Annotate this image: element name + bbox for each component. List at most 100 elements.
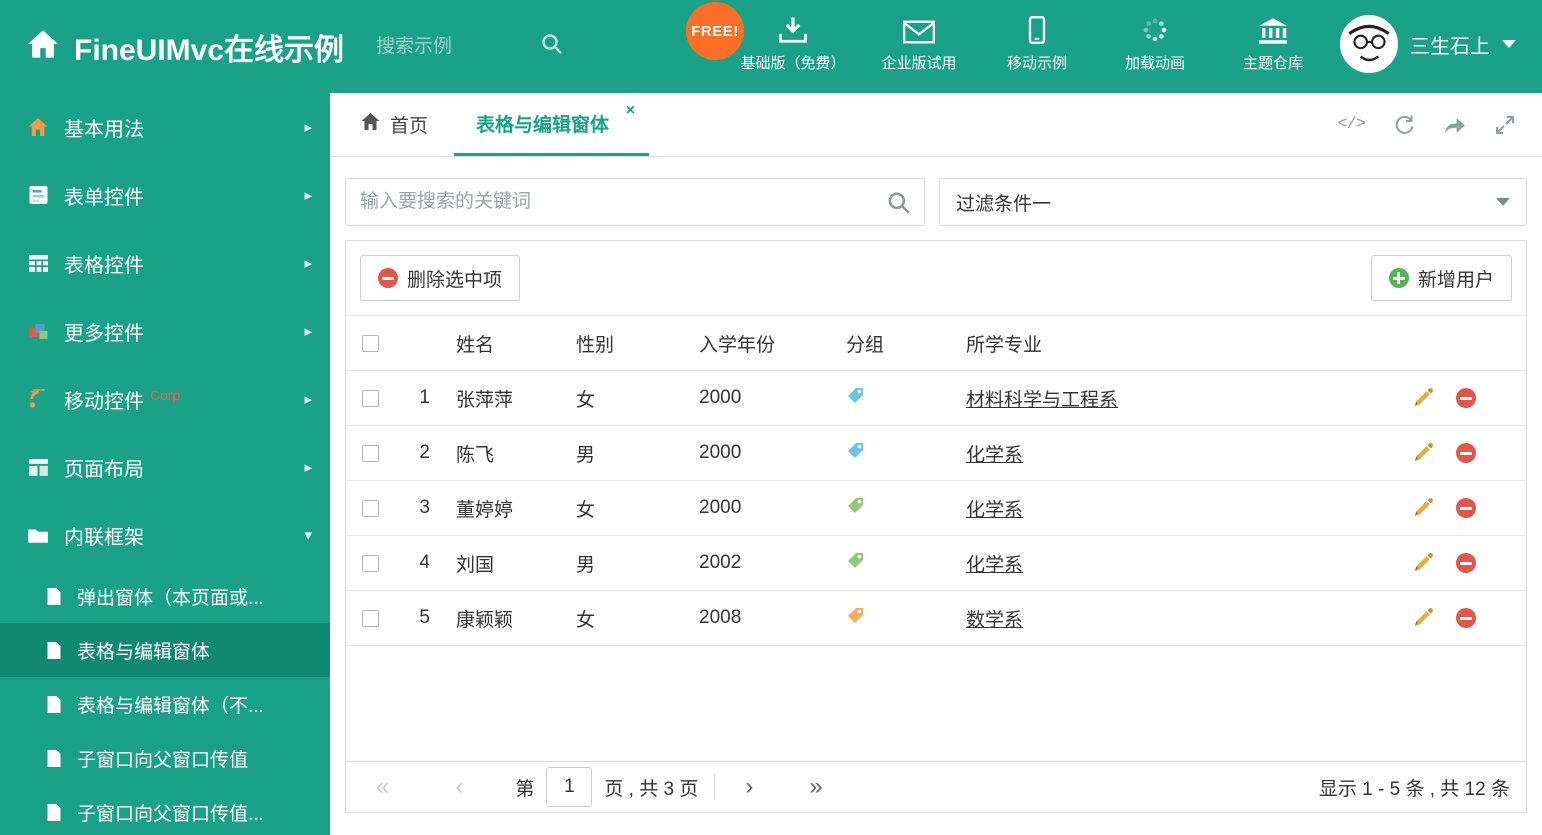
home-icon — [360, 112, 381, 137]
user-menu[interactable]: 三生石上 — [1340, 15, 1516, 73]
nav-item-basic-free[interactable]: 基础版（免费） — [726, 12, 860, 73]
sidebar-subitem-label: 弹出窗体（本页面或... — [77, 587, 264, 609]
file-icon — [46, 695, 64, 714]
row-checkbox[interactable] — [361, 554, 379, 572]
sidebar-subitem-child-to-parent[interactable]: 子窗口向父窗口传值 — [0, 731, 330, 785]
row-checkbox[interactable] — [361, 444, 379, 462]
delete-icon[interactable] — [1456, 443, 1476, 463]
column-header-gender[interactable]: 性别 — [558, 330, 681, 357]
sidebar-item-iframe[interactable]: 内联框架 ▾ — [0, 501, 330, 569]
cell-year: 2008 — [699, 607, 742, 628]
sidebar-subitem-grid-edit-window[interactable]: 表格与编辑窗体 — [0, 623, 330, 677]
close-icon[interactable]: × — [626, 103, 635, 119]
column-header-major[interactable]: 所学专业 — [948, 330, 1406, 357]
prev-page-button[interactable]: ‹ — [455, 773, 463, 801]
tag-icon — [846, 496, 865, 521]
row-checkbox[interactable] — [361, 389, 379, 407]
edit-icon[interactable] — [1412, 442, 1434, 464]
chevron-right-icon: ▸ — [304, 459, 312, 476]
app-title: FineUIMvc在线示例 — [74, 33, 345, 67]
sidebar-subitem-grid-edit-window-2[interactable]: 表格与编辑窗体（不... — [0, 677, 330, 731]
bank-icon — [1258, 12, 1288, 44]
mobile-icon — [1028, 12, 1046, 44]
sidebar-subitem-popup-window[interactable]: 弹出窗体（本页面或... — [0, 569, 330, 623]
cell-gender: 女 — [576, 609, 596, 631]
first-page-button[interactable]: « — [376, 773, 389, 801]
sidebar-item-page-layout[interactable]: 页面布局 ▸ — [0, 433, 330, 501]
filter-dropdown[interactable]: 过滤条件一 — [939, 178, 1527, 226]
cell-name: 康颖颖 — [456, 609, 514, 631]
column-header-year[interactable]: 入学年份 — [681, 330, 828, 357]
row-checkbox[interactable] — [361, 499, 379, 517]
avatar — [1340, 15, 1398, 73]
chevron-down-icon — [1496, 198, 1510, 206]
tab-label: 首页 — [390, 116, 429, 137]
refresh-icon[interactable] — [1393, 114, 1415, 136]
sidebar-item-basic-usage[interactable]: 基本用法 ▸ — [0, 93, 330, 161]
header-search — [376, 32, 564, 61]
major-link[interactable]: 材料科学与工程系 — [966, 390, 1118, 411]
delete-icon[interactable] — [1456, 608, 1476, 628]
source-code-icon[interactable]: </> — [1337, 115, 1366, 134]
layout-icon — [26, 458, 50, 477]
sidebar-item-more-controls[interactable]: 更多控件 ▸ — [0, 297, 330, 365]
open-new-window-icon[interactable] — [1443, 115, 1466, 135]
search-icon[interactable] — [540, 32, 564, 61]
signal-icon — [26, 389, 50, 409]
tab-home[interactable]: 首页 — [330, 93, 454, 156]
table-row: 1 张萍萍 女 2000 材料科学与工程系 — [346, 371, 1526, 426]
cell-name: 张萍萍 — [456, 389, 514, 411]
delete-button-label: 删除选中项 — [407, 269, 503, 291]
sidebar-subitem-label: 子窗口向父窗口传值 — [77, 749, 249, 771]
nav-item-loading-animation[interactable]: 加载动画 — [1096, 12, 1214, 73]
tag-icon — [846, 551, 865, 576]
grid-toolbar: 删除选中项 新增用户 — [346, 241, 1526, 315]
sidebar-item-form-controls[interactable]: 表单控件 ▸ — [0, 161, 330, 229]
nav-item-enterprise-trial[interactable]: 企业版试用 — [860, 12, 978, 73]
table-icon — [26, 254, 50, 273]
edit-icon[interactable] — [1412, 497, 1434, 519]
sidebar-item-mobile-controls[interactable]: 移动控件 Corp ▸ — [0, 365, 330, 433]
row-number: 5 — [419, 607, 430, 628]
edit-icon[interactable] — [1412, 552, 1434, 574]
delete-selected-button[interactable]: 删除选中项 — [360, 255, 521, 301]
sidebar-item-label: 页面布局 — [64, 458, 144, 481]
header-search-input[interactable] — [376, 35, 527, 58]
row-checkbox[interactable] — [361, 609, 379, 627]
table-row: 4 刘国 男 2002 化学系 — [346, 536, 1526, 591]
sidebar: 基本用法 ▸ 表单控件 ▸ 表格控件 ▸ 更多控件 ▸ 移动控件 Corp ▸ … — [0, 93, 330, 835]
sidebar-item-label: 更多控件 — [64, 322, 144, 345]
major-link[interactable]: 数学系 — [966, 610, 1023, 631]
tag-icon — [846, 386, 865, 411]
fullscreen-icon[interactable] — [1494, 114, 1516, 136]
next-page-button[interactable]: › — [745, 773, 753, 801]
delete-icon[interactable] — [1456, 498, 1476, 518]
tab-label: 表格与编辑窗体 — [476, 114, 610, 136]
select-all-checkbox[interactable] — [361, 334, 379, 352]
keyword-search-input[interactable] — [346, 179, 924, 225]
last-page-button[interactable]: » — [809, 773, 822, 801]
table-row: 3 董婷婷 女 2000 化学系 — [346, 481, 1526, 536]
major-link[interactable]: 化学系 — [966, 445, 1023, 466]
edit-icon[interactable] — [1412, 387, 1434, 409]
sidebar-subitem-child-to-parent-2[interactable]: 子窗口向父窗口传值... — [0, 785, 330, 835]
search-icon[interactable] — [886, 190, 912, 221]
tab-grid-edit-window[interactable]: 表格与编辑窗体 × — [454, 93, 650, 156]
delete-icon[interactable] — [1456, 388, 1476, 408]
edit-icon[interactable] — [1412, 607, 1434, 629]
app-logo[interactable]: FineUIMvc在线示例 — [0, 25, 344, 69]
major-link[interactable]: 化学系 — [966, 500, 1023, 521]
column-header-name[interactable]: 姓名 — [438, 330, 558, 357]
delete-icon[interactable] — [1456, 553, 1476, 573]
grid-panel: 删除选中项 新增用户 姓名 性别 入学年份 分组 所学专业 1 张萍萍 女 20… — [345, 240, 1527, 813]
sidebar-item-grid-controls[interactable]: 表格控件 ▸ — [0, 229, 330, 297]
free-badge: FREE! — [686, 2, 744, 60]
nav-item-mobile-demo[interactable]: 移动示例 — [978, 12, 1096, 73]
form-icon — [26, 185, 50, 205]
record-summary: 显示 1 - 5 条 , 共 12 条 — [1318, 778, 1510, 800]
nav-item-theme-store[interactable]: 主题仓库 — [1214, 12, 1332, 73]
column-header-group[interactable]: 分组 — [828, 330, 948, 357]
page-number-input[interactable] — [546, 767, 593, 807]
add-user-button[interactable]: 新增用户 — [1370, 255, 1512, 301]
major-link[interactable]: 化学系 — [966, 555, 1023, 576]
